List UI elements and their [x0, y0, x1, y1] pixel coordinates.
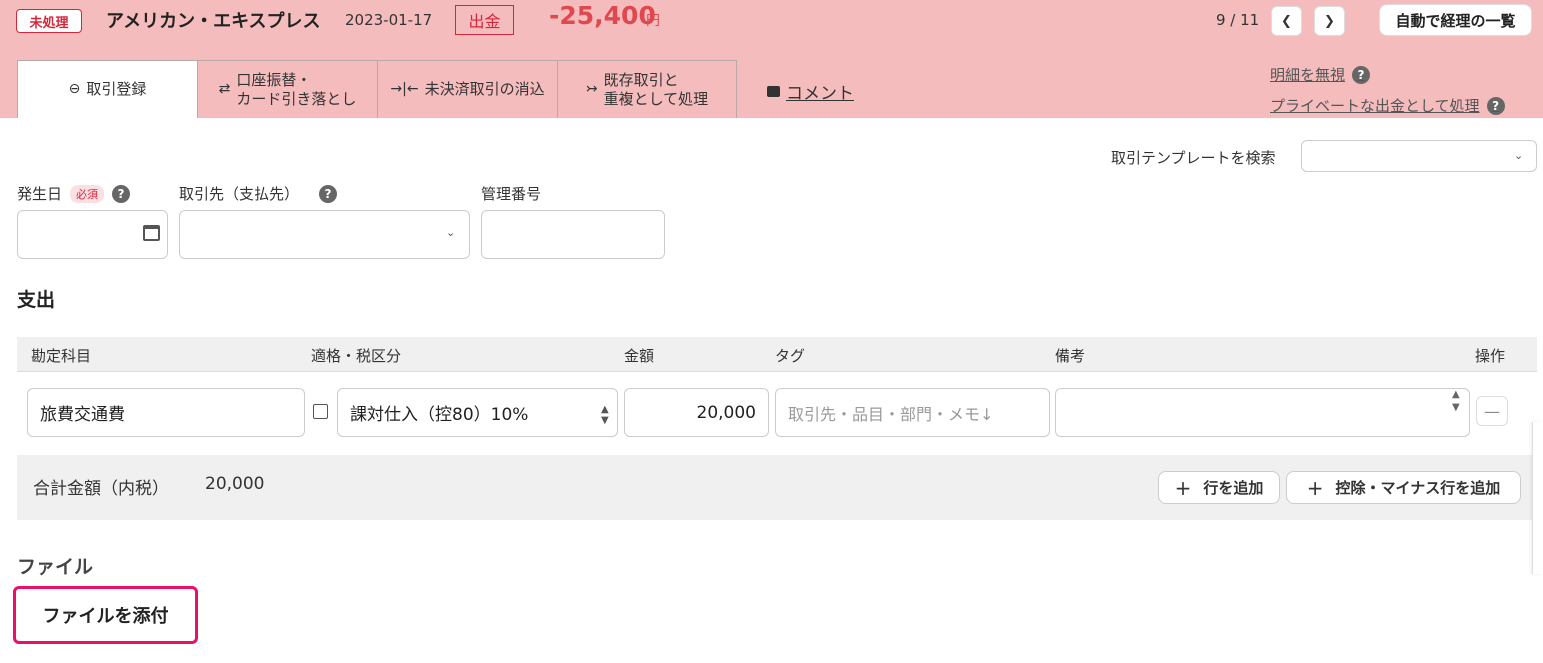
management-number-label: 管理番号 — [481, 183, 541, 204]
partner-select[interactable] — [179, 210, 470, 259]
merge-icon: →|← — [390, 80, 419, 97]
duplicate-icon: ↣ — [585, 80, 598, 97]
column-header-action: 操作 — [1475, 347, 1506, 365]
tab-duplicate-existing[interactable]: ↣ 既存取引と 重複として処理 — [557, 60, 737, 118]
tax-category-value: 課対仕入（控80）10% — [350, 405, 529, 425]
date-label-text: 発生日 — [17, 185, 63, 203]
tab-register-transaction[interactable]: ⊖ 取引登録 — [17, 60, 198, 118]
status-badge: 未処理 — [16, 9, 82, 33]
add-row-button[interactable]: + 行を追加 — [1158, 471, 1280, 504]
total-label: 合計金額（内税） — [33, 479, 169, 499]
note-textarea[interactable] — [1055, 388, 1470, 437]
tab-label: 取引登録 — [86, 80, 147, 99]
comment-link[interactable]: コメント — [767, 79, 854, 104]
account-name: アメリカン・エキスプレス — [106, 11, 321, 32]
plus-icon: + — [1306, 475, 1324, 500]
comment-icon — [767, 86, 780, 97]
delete-row-button[interactable]: — — [1476, 396, 1508, 426]
tax-category-select[interactable]: 課対仕入（控80）10% — [337, 388, 618, 437]
required-badge: 必須 — [70, 184, 105, 203]
page-counter: 9 / 11 — [1216, 11, 1260, 29]
auto-accounting-list-button[interactable]: 自動で経理の一覧 — [1379, 4, 1532, 36]
qualified-invoice-checkbox[interactable] — [313, 404, 328, 419]
help-icon[interactable]: ? — [1352, 65, 1371, 84]
total-value: 20,000 — [205, 474, 265, 494]
tab-label: 既存取引と 重複として処理 — [603, 70, 709, 108]
add-row-label: 行を追加 — [1203, 479, 1264, 497]
tab-label: 未決済取引の消込 — [424, 80, 545, 99]
calendar-icon[interactable] — [143, 225, 160, 241]
template-search-select[interactable] — [1301, 140, 1537, 172]
template-search-label: 取引テンプレートを検索 — [1111, 149, 1276, 167]
chevron-left-icon: ❮ — [1281, 13, 1292, 29]
account-item-input[interactable]: 旅費交通費 — [27, 388, 305, 437]
transaction-type-badge: 出金 — [455, 5, 514, 35]
tag-placeholder: 取引先・品目・部門・メモ↓ — [788, 404, 994, 424]
chevron-right-icon: ❯ — [1324, 13, 1335, 29]
column-header-account: 勘定科目 — [31, 347, 92, 365]
next-button[interactable]: ❯ — [1314, 6, 1345, 36]
column-header-note: 備考 — [1055, 347, 1086, 365]
tab-reconcile-unsettled[interactable]: →|← 未決済取引の消込 — [377, 60, 558, 118]
ignore-statement-label: 明細を無視 — [1270, 66, 1346, 84]
tab-label: 口座振替・ カード引き落とし — [236, 70, 357, 108]
column-header-tax: 適格・税区分 — [311, 347, 402, 365]
swap-icon: ⇄ — [218, 80, 231, 97]
plus-icon: + — [1174, 475, 1192, 500]
partner-label-text: 取引先（支払先） — [179, 185, 300, 203]
help-icon[interactable]: ? — [112, 184, 131, 203]
add-deduction-row-button[interactable]: + 控除・マイナス行を追加 — [1286, 471, 1521, 504]
tag-select[interactable]: 取引先・品目・部門・メモ↓ — [775, 388, 1050, 437]
transaction-amount: -25,400 — [549, 1, 656, 30]
management-number-input[interactable] — [481, 210, 665, 259]
column-header-tag: タグ — [775, 347, 806, 365]
side-panel-edge[interactable] — [1532, 422, 1543, 574]
ignore-statement-link[interactable]: 明細を無視 ? — [1270, 64, 1371, 85]
attach-file-button[interactable]: ファイルを添付 — [13, 586, 198, 644]
row-reorder-icon[interactable]: ▲ ▼ — [1452, 388, 1460, 414]
column-header-amount: 金額 — [624, 347, 655, 365]
chevron-down-icon: ⌄ — [1514, 149, 1524, 162]
file-section-title: ファイル — [17, 556, 94, 578]
select-arrows-icon: ▲ ▼ — [601, 404, 609, 426]
amount-input[interactable]: 20,000 — [624, 388, 769, 437]
previous-button[interactable]: ❮ — [1271, 6, 1302, 36]
help-icon[interactable]: ? — [319, 184, 338, 203]
chevron-down-icon: ⌄ — [446, 226, 456, 239]
partner-label: 取引先（支払先） ? — [179, 183, 338, 204]
tab-account-transfer[interactable]: ⇄ 口座振替・ カード引き落とし — [197, 60, 378, 118]
help-icon[interactable]: ? — [1486, 96, 1505, 115]
private-expense-label: プライベートな出金として処理 — [1270, 97, 1480, 115]
currency-label: 円 — [646, 13, 660, 29]
minus-circle-icon: ⊖ — [68, 80, 81, 97]
expense-section-title: 支出 — [17, 289, 56, 311]
management-number-label-text: 管理番号 — [481, 185, 542, 203]
minus-icon: — — [1484, 401, 1500, 421]
add-deduction-label: 控除・マイナス行を追加 — [1335, 479, 1501, 497]
private-expense-link[interactable]: プライベートな出金として処理 ? — [1270, 95, 1505, 116]
comment-label: コメント — [786, 84, 854, 104]
date-label: 発生日 必須 ? — [17, 183, 131, 204]
transaction-date: 2023-01-17 — [345, 11, 433, 29]
